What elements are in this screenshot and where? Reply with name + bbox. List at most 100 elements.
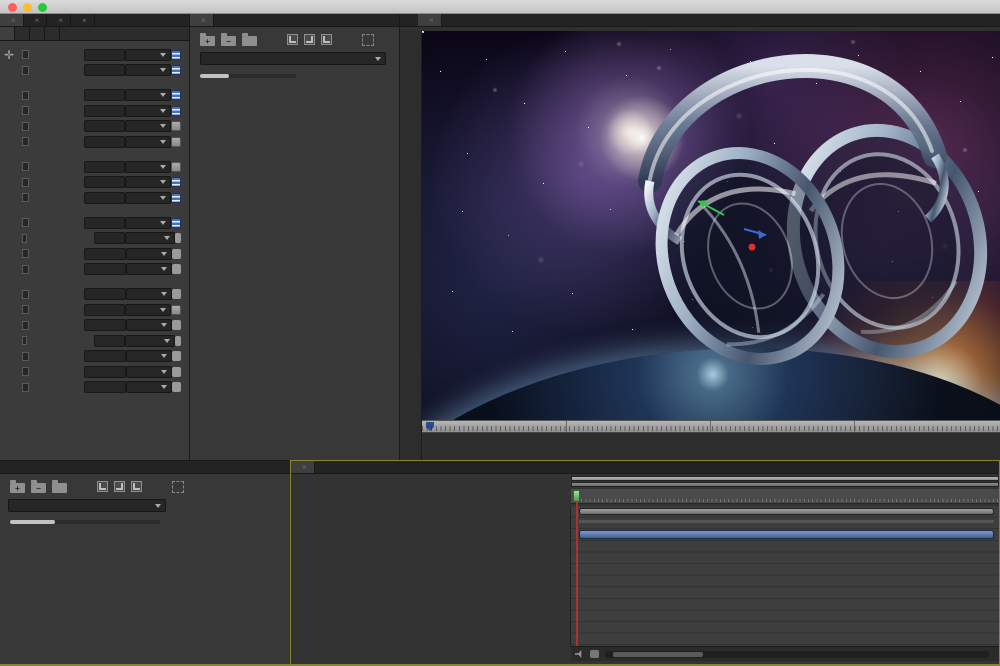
dropdown[interactable] [125, 192, 171, 204]
subtab[interactable]: × [15, 27, 30, 40]
dropdown[interactable] [125, 161, 171, 173]
keyframe-toggle-icon[interactable] [175, 336, 181, 346]
titlebar[interactable] [0, 0, 1000, 14]
value-field[interactable] [84, 136, 125, 148]
audio-icon[interactable] [575, 650, 584, 658]
dropdown[interactable] [126, 319, 172, 331]
subtab[interactable]: × [0, 27, 15, 40]
tab-timeline[interactable]: × [291, 461, 315, 473]
tab-controls-group[interactable]: × [71, 14, 95, 26]
dropdown[interactable] [125, 89, 171, 101]
checkbox[interactable] [22, 218, 29, 227]
paste-style-icon[interactable] [304, 34, 315, 45]
checkbox[interactable] [22, 352, 29, 361]
keyframe-toggle-icon[interactable] [172, 382, 181, 392]
close-window-icon[interactable] [8, 3, 17, 12]
headphones-3d-model[interactable] [422, 31, 1000, 420]
keyframe-toggle-icon[interactable] [171, 90, 181, 100]
timeline-scroll-bar[interactable] [571, 482, 999, 487]
checkbox[interactable] [22, 106, 29, 115]
value-field[interactable] [84, 49, 125, 61]
scene-track-bar[interactable] [579, 508, 994, 515]
checkbox[interactable] [22, 265, 29, 274]
reset-style-icon[interactable] [131, 481, 142, 492]
tab-close-icon[interactable]: × [58, 16, 63, 25]
value-field[interactable] [84, 161, 125, 173]
dropdown[interactable] [125, 232, 174, 244]
checkbox[interactable] [22, 321, 29, 330]
dropdown[interactable] [125, 136, 171, 148]
options-icon[interactable] [172, 481, 184, 493]
dropdown[interactable] [125, 335, 174, 347]
paste-style-icon[interactable] [114, 481, 125, 492]
window-controls[interactable] [8, 3, 47, 12]
subtab[interactable]: × [30, 27, 45, 40]
open-folder-icon[interactable] [242, 36, 257, 46]
dropdown[interactable] [125, 176, 171, 188]
gizmo-origin[interactable] [749, 244, 756, 251]
preview-size-slider[interactable] [10, 520, 160, 524]
slider-thumb[interactable] [10, 520, 55, 524]
checkbox[interactable] [22, 193, 29, 202]
checkbox[interactable] [22, 305, 29, 314]
value-field[interactable] [84, 263, 126, 275]
delete-folder-icon[interactable]: − [31, 483, 46, 493]
dropdown[interactable] [125, 304, 171, 316]
delete-folder-icon[interactable]: − [221, 36, 236, 46]
copy-style-icon[interactable] [97, 481, 108, 492]
tab-close-icon[interactable]: × [11, 16, 16, 25]
checkbox[interactable] [22, 162, 29, 171]
keyframe-toggle-icon[interactable] [171, 50, 181, 60]
keyframe-toggle-icon[interactable] [171, 177, 181, 187]
checkbox[interactable] [22, 50, 29, 59]
marker-icon[interactable] [590, 650, 599, 658]
transform-track-bar[interactable] [579, 520, 994, 523]
checkbox[interactable] [22, 383, 29, 392]
dropdown[interactable] [126, 263, 172, 275]
value-field[interactable] [84, 192, 125, 204]
value-field[interactable] [84, 248, 126, 260]
checkbox[interactable] [22, 137, 29, 146]
scrubber-playhead[interactable] [426, 422, 434, 431]
dropdown[interactable] [126, 248, 172, 260]
value-field[interactable] [84, 319, 126, 331]
scrollbar-thumb[interactable] [613, 652, 703, 657]
tab-material-styles[interactable]: × [190, 14, 214, 26]
open-folder-icon[interactable] [52, 483, 67, 493]
slider-thumb[interactable] [200, 74, 229, 78]
value-field[interactable] [94, 335, 125, 347]
value-field[interactable] [84, 105, 125, 117]
tab-composite[interactable]: × [418, 14, 442, 26]
keyframe-toggle-icon[interactable] [171, 193, 181, 203]
keyframe-toggle-icon[interactable] [172, 351, 181, 361]
keyframe-toggle-icon[interactable] [171, 65, 181, 75]
keyframe-toggle-icon[interactable] [172, 289, 181, 299]
selected-model-track-bar[interactable] [579, 530, 994, 539]
material-category-dropdown[interactable] [200, 52, 386, 65]
new-folder-icon[interactable]: + [200, 36, 215, 46]
tab-controls-group[interactable]: × [24, 14, 48, 26]
subtab[interactable]: × [45, 27, 60, 40]
value-field[interactable] [84, 366, 126, 378]
checkbox[interactable] [22, 66, 29, 75]
tab-controls-group[interactable]: × [47, 14, 71, 26]
dropdown[interactable] [125, 64, 171, 76]
reset-style-icon[interactable] [321, 34, 332, 45]
value-field[interactable] [84, 288, 126, 300]
keyframe-toggle-icon[interactable] [171, 121, 181, 131]
extrusion-preset-dropdown[interactable] [8, 499, 166, 512]
composite-viewport[interactable] [422, 31, 1000, 420]
dropdown[interactable] [125, 105, 171, 117]
dropdown[interactable] [126, 350, 172, 362]
dropdown[interactable] [126, 381, 172, 393]
tab-controls-group[interactable]: × [0, 14, 24, 26]
value-field[interactable] [84, 64, 125, 76]
timeline-h-scrollbar[interactable] [605, 651, 989, 658]
dropdown[interactable] [126, 366, 172, 378]
time-ruler[interactable] [571, 489, 999, 504]
dropdown[interactable] [125, 120, 171, 132]
dropdown[interactable] [125, 49, 171, 61]
checkbox[interactable] [22, 367, 29, 376]
dropdown[interactable] [125, 217, 171, 229]
keyframe-toggle-icon[interactable] [172, 249, 181, 259]
